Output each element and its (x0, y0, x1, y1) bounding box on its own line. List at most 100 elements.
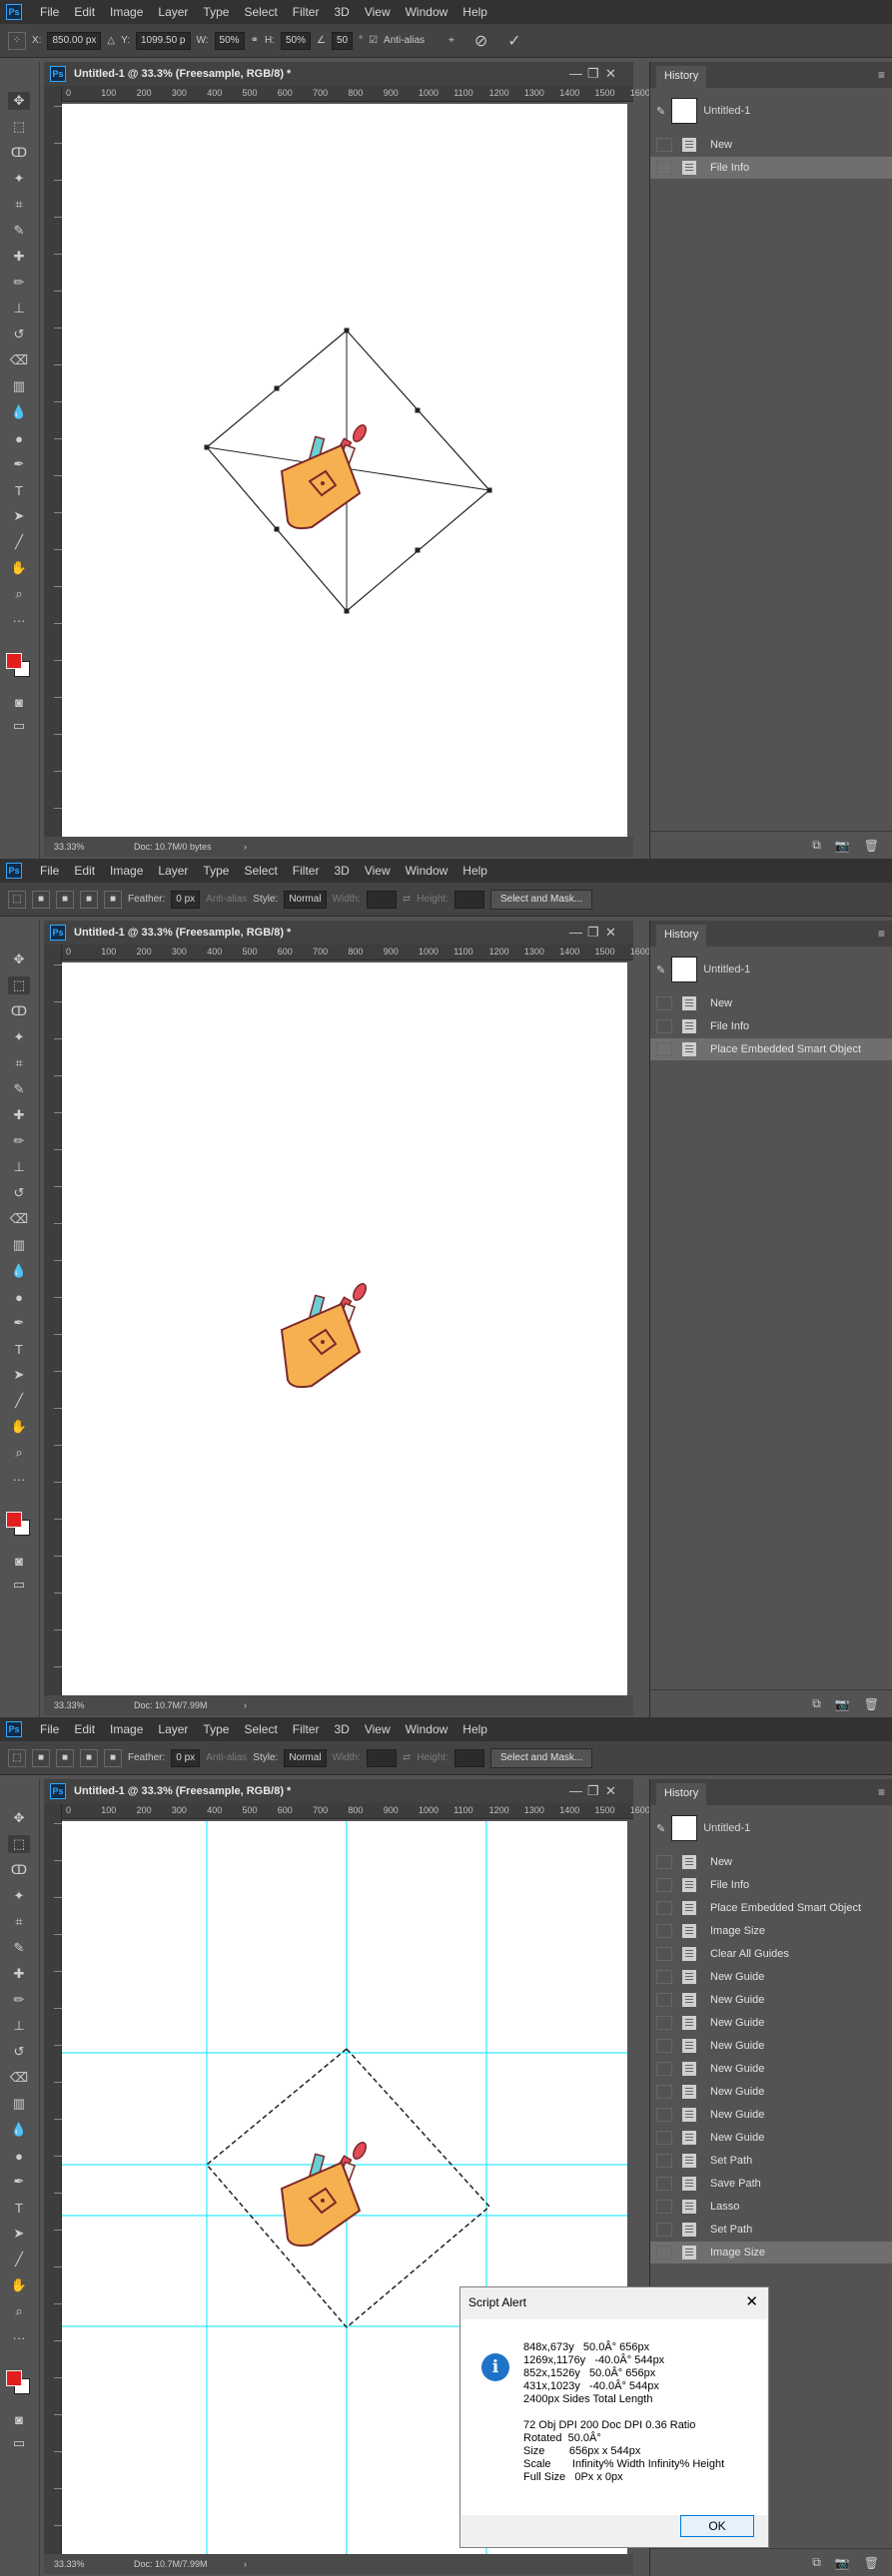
lasso-tool-icon[interactable]: ↀ (8, 1002, 30, 1020)
warp-icon[interactable]: ⌖ (448, 35, 454, 46)
document-canvas[interactable] (62, 963, 627, 1695)
history-state[interactable]: Place Embedded Smart Object (650, 1897, 892, 1919)
history-source-box[interactable] (656, 2108, 672, 2122)
style-select[interactable]: Normal (284, 1748, 327, 1767)
ok-button[interactable]: OK (680, 2515, 754, 2537)
history-state[interactable]: New Guide (650, 2012, 892, 2034)
eyedropper-tool-icon[interactable]: ✎ (8, 1939, 30, 1957)
menu-filter[interactable]: Filter (293, 864, 320, 878)
history-state[interactable]: Clear All Guides (650, 1943, 892, 1965)
gradient-tool-icon[interactable]: ▥ (8, 1236, 30, 1254)
hand-tool-icon[interactable]: ✋ (8, 559, 30, 577)
zoom-level[interactable]: 33.33% (44, 1700, 124, 1710)
history-brush-tool-icon[interactable]: ↺ (8, 325, 30, 343)
history-state[interactable]: New Guide (650, 1966, 892, 1988)
transform-reference-icon[interactable]: ⁘ (8, 31, 26, 50)
foreground-color-swatch[interactable] (6, 653, 22, 669)
history-brush-tool-icon[interactable]: ↺ (8, 2043, 30, 2061)
healing-brush-tool-icon[interactable]: ✚ (8, 248, 30, 266)
menu-select[interactable]: Select (244, 864, 277, 878)
history-state[interactable]: New Guide (650, 2104, 892, 2126)
menu-edit[interactable]: Edit (74, 5, 95, 19)
brush-tool-icon[interactable]: ✏ (8, 274, 30, 292)
snapshot-camera-icon[interactable]: 📷 (835, 1697, 850, 1711)
history-source-box[interactable] (656, 2062, 672, 2076)
magic-wand-tool-icon[interactable]: ✦ (8, 170, 30, 188)
restore-icon[interactable]: ❐ (587, 1783, 599, 1799)
gradient-tool-icon[interactable]: ▥ (8, 377, 30, 395)
lasso-tool-icon[interactable]: ↀ (8, 144, 30, 162)
minimize-icon[interactable]: — (569, 1783, 582, 1798)
menu-layer[interactable]: Layer (158, 1722, 188, 1736)
history-source-box[interactable] (656, 996, 672, 1010)
history-snapshot[interactable]: ✎ Untitled-1 (650, 94, 892, 128)
type-tool-icon[interactable]: T (8, 2199, 30, 2217)
path-selection-tool-icon[interactable]: ➤ (8, 1366, 30, 1384)
history-source-box[interactable] (656, 1019, 672, 1033)
marquee-tool-icon[interactable]: ⬚ (8, 118, 30, 136)
marquee-tool-icon[interactable]: ⬚ (8, 976, 30, 994)
healing-brush-tool-icon[interactable]: ✚ (8, 1965, 30, 1983)
blur-tool-icon[interactable]: 💧 (8, 2121, 30, 2139)
type-tool-icon[interactable]: T (8, 1340, 30, 1358)
x-field[interactable]: 850.00 px (47, 31, 102, 50)
pen-tool-icon[interactable]: ✒ (8, 2173, 30, 2191)
menu-window[interactable]: Window (406, 1722, 448, 1736)
history-state[interactable]: New (650, 134, 892, 156)
history-state[interactable]: New Guide (650, 2058, 892, 2080)
history-tab[interactable]: History (656, 925, 707, 947)
status-menu-arrow[interactable]: › (244, 2559, 247, 2569)
menu-3d[interactable]: 3D (334, 864, 349, 878)
eyedropper-tool-icon[interactable]: ✎ (8, 222, 30, 240)
crop-tool-icon[interactable]: ⌗ (8, 1913, 30, 1931)
marquee-preset-icon[interactable]: ⬚ (8, 1748, 26, 1767)
panel-menu-icon[interactable]: ≡ (878, 927, 885, 941)
healing-brush-tool-icon[interactable]: ✚ (8, 1106, 30, 1124)
history-state[interactable]: Save Path (650, 2173, 892, 2195)
more-tools-icon[interactable]: ··· (8, 2328, 30, 2346)
history-source-box[interactable] (656, 2200, 672, 2214)
screen-mode-icon[interactable]: ▭ (8, 2434, 30, 2452)
foreground-color-swatch[interactable] (6, 2370, 22, 2386)
path-selection-tool-icon[interactable]: ➤ (8, 2225, 30, 2243)
history-source-box[interactable] (656, 1924, 672, 1938)
height-field[interactable] (453, 1748, 484, 1767)
history-source-box[interactable] (656, 1901, 672, 1915)
history-source-box[interactable] (656, 2131, 672, 2145)
zoom-tool-icon[interactable]: ⌕ (8, 1444, 30, 1462)
move-tool-icon[interactable]: ✥ (8, 1809, 30, 1827)
menu-type[interactable]: Type (203, 5, 229, 19)
history-source-box[interactable] (656, 1878, 672, 1892)
move-tool-icon[interactable]: ✥ (8, 92, 30, 110)
menu-help[interactable]: Help (462, 1722, 487, 1736)
crop-tool-icon[interactable]: ⌗ (8, 196, 30, 214)
close-icon[interactable]: ✕ (605, 66, 616, 82)
menu-window[interactable]: Window (406, 864, 448, 878)
width-field[interactable] (366, 890, 397, 909)
height-field[interactable]: 50% (280, 31, 311, 50)
new-selection-icon[interactable]: ■ (32, 890, 50, 909)
document-tab[interactable]: Ps Untitled-1 @ 33.3% (Freesample, RGB/8)… (44, 62, 633, 86)
menu-3d[interactable]: 3D (334, 5, 349, 19)
history-state[interactable]: Image Size (650, 2242, 892, 2263)
menu-file[interactable]: File (40, 864, 59, 878)
path-selection-tool-icon[interactable]: ➤ (8, 507, 30, 525)
width-field[interactable] (366, 1748, 397, 1767)
new-document-from-state-icon[interactable]: ⧉ (812, 838, 821, 853)
add-selection-icon[interactable]: ■ (56, 890, 74, 909)
snapshot-camera-icon[interactable]: 📷 (835, 839, 850, 853)
menu-image[interactable]: Image (110, 864, 143, 878)
brush-tool-icon[interactable]: ✏ (8, 1132, 30, 1150)
menu-file[interactable]: File (40, 1722, 59, 1736)
move-tool-icon[interactable]: ✥ (8, 951, 30, 968)
link-icon[interactable]: ⚭ (251, 35, 259, 46)
menu-view[interactable]: View (365, 5, 391, 19)
panel-menu-icon[interactable]: ≡ (878, 68, 885, 82)
quick-mask-icon[interactable]: ◙ (8, 1552, 30, 1570)
history-state[interactable]: File Info (650, 1015, 892, 1037)
history-source-box[interactable] (656, 1947, 672, 1961)
history-source-box[interactable] (656, 1993, 672, 2007)
new-document-from-state-icon[interactable]: ⧉ (812, 1696, 821, 1711)
add-selection-icon[interactable]: ■ (56, 1748, 74, 1767)
restore-icon[interactable]: ❐ (587, 925, 599, 941)
